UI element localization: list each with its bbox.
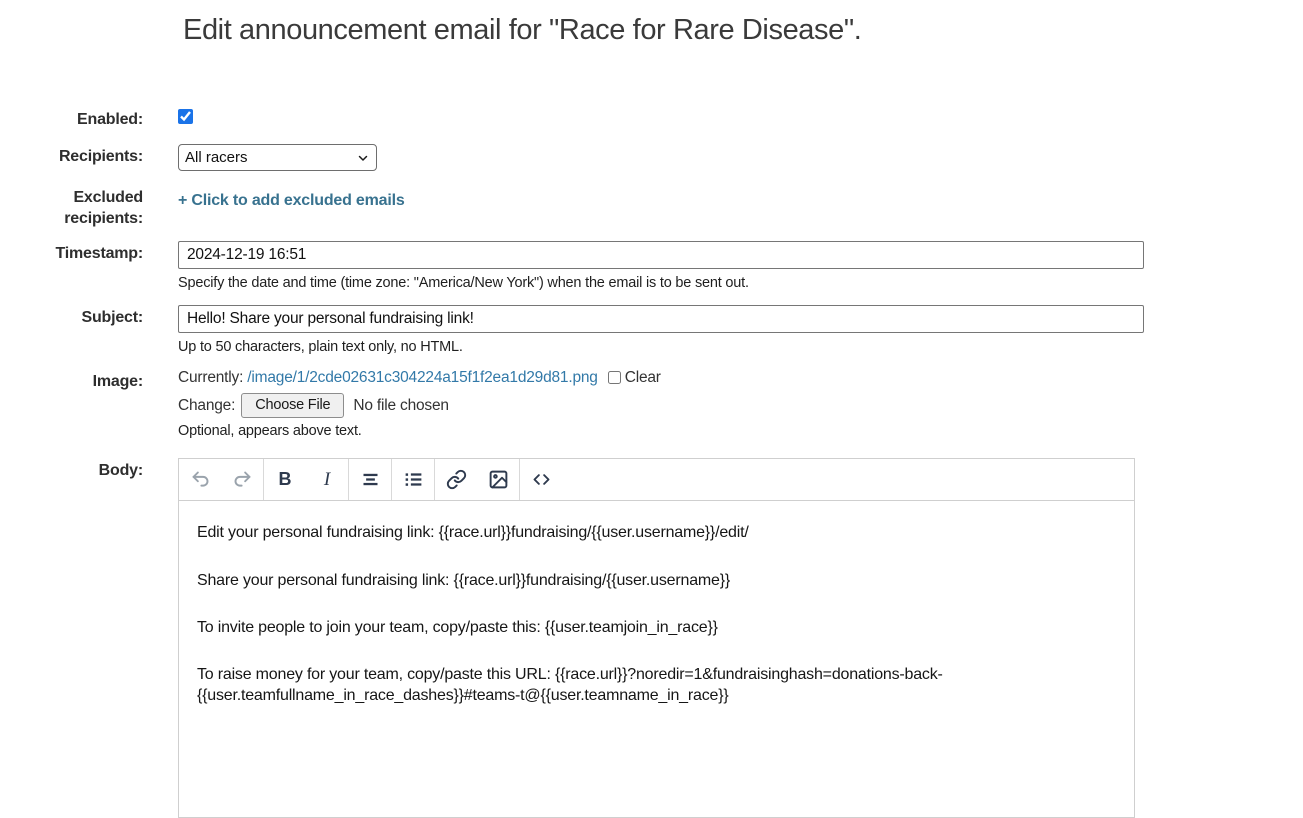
editor-body-text[interactable]: Edit your personal fundraising link: {{r… [179,501,1134,753]
announcement-email-form: Enabled: Recipients: All racers Excluded… [0,107,1303,818]
subject-help: Up to 50 characters, plain text only, no… [178,339,1303,355]
bold-button[interactable]: B [264,459,306,500]
image-change-label: Change: [178,397,235,415]
italic-button[interactable]: I [306,459,348,500]
subject-label: Subject: [0,305,143,329]
body-row: Body: B I [0,458,1303,818]
subject-row: Subject: Up to 50 characters, plain text… [0,305,1303,355]
image-row: Image: Currently: /image/1/2cde02631c304… [0,369,1303,439]
no-file-chosen-text: No file chosen [353,397,448,415]
excluded-recipients-label: Excluded recipients: [0,185,143,230]
recipients-label: Recipients: [0,144,143,168]
subject-input[interactable] [178,305,1144,333]
enabled-checkbox[interactable] [178,109,193,124]
image-currently-label: Currently: [178,369,243,386]
insert-image-button[interactable] [477,459,519,500]
image-clear-label: Clear [625,369,661,386]
bullet-list-button[interactable] [392,459,434,500]
redo-icon [232,469,253,490]
undo-button[interactable] [179,459,221,500]
image-current-file-link[interactable]: /image/1/2cde02631c304224a15f1f2ea1d29d8… [247,369,597,386]
recipients-select[interactable]: All racers [178,144,377,171]
align-center-icon [360,469,381,490]
body-paragraph: To raise money for your team, copy/paste… [197,664,1102,706]
timestamp-row: Timestamp: Specify the date and time (ti… [0,241,1303,291]
image-icon [488,469,509,490]
link-icon [446,469,467,490]
recipients-row: Recipients: All racers [0,144,1303,171]
excluded-recipients-row: Excluded recipients: + Click to add excl… [0,185,1303,230]
editor-toolbar: B I [179,459,1134,501]
rich-text-editor: B I [178,458,1135,818]
body-paragraph: To invite people to join your team, copy… [197,617,1102,638]
code-icon [531,469,552,490]
enabled-label: Enabled: [0,107,143,131]
add-excluded-emails-link[interactable]: + Click to add excluded emails [178,185,405,210]
bullet-list-icon [403,469,424,490]
undo-icon [190,469,211,490]
redo-button[interactable] [221,459,263,500]
image-help: Optional, appears above text. [178,423,1303,439]
timestamp-help: Specify the date and time (time zone: "A… [178,275,1303,291]
body-paragraph: Edit your personal fundraising link: {{r… [197,522,1102,543]
page-title: Edit announcement email for "Race for Ra… [183,14,1303,47]
body-paragraph: Share your personal fundraising link: {{… [197,570,1102,591]
enabled-row: Enabled: [0,107,1303,131]
image-clear-checkbox[interactable] [608,371,621,384]
link-button[interactable] [435,459,477,500]
align-center-button[interactable] [349,459,391,500]
choose-file-button[interactable]: Choose File [241,393,344,418]
body-label: Body: [0,458,143,482]
image-label: Image: [0,369,143,393]
timestamp-input[interactable] [178,241,1144,269]
timestamp-label: Timestamp: [0,241,143,265]
code-view-button[interactable] [520,459,562,500]
